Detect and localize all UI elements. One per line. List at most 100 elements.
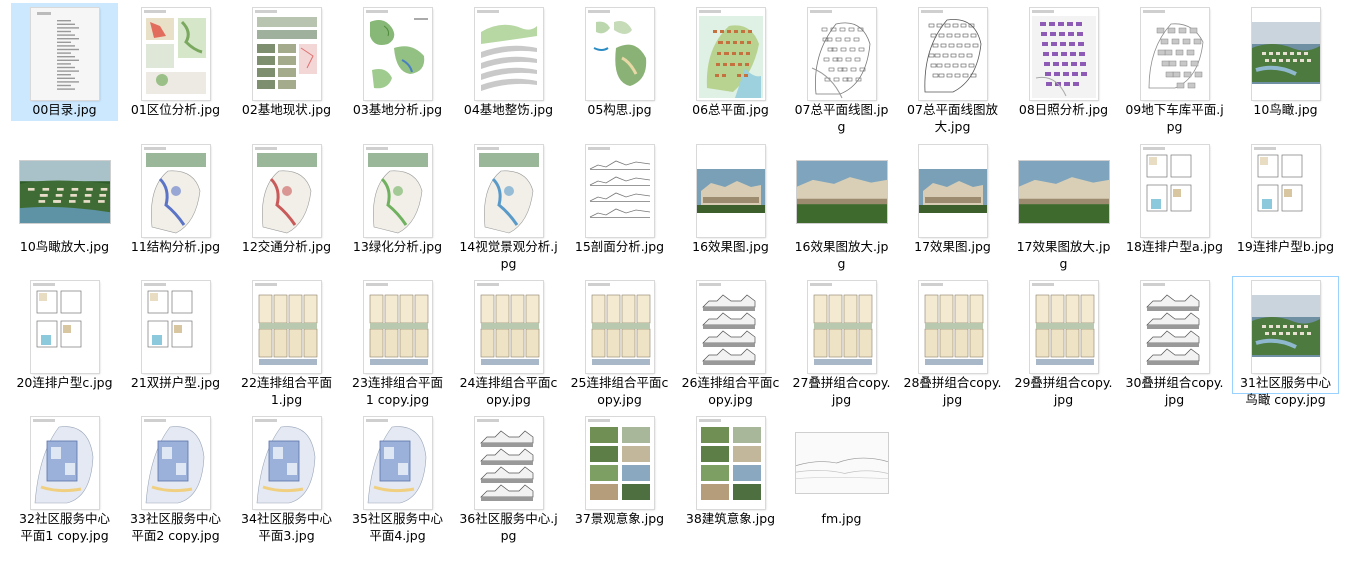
file-name-label: fm.jpg — [821, 511, 862, 526]
file-item[interactable]: 37景观意象.jpg — [566, 412, 673, 530]
file-item[interactable]: 36社区服务中心.jpg — [455, 412, 562, 543]
file-thumbnail-image — [696, 281, 765, 373]
file-name-label: 16效果图.jpg — [692, 239, 769, 254]
file-name-label: 16效果图放大.jpg — [794, 239, 889, 271]
file-thumbnail-image — [1140, 8, 1209, 100]
file-name-label: 06总平面.jpg — [692, 102, 769, 117]
file-item[interactable]: 17效果图.jpg — [899, 140, 1006, 258]
file-item[interactable]: 21双拼户型.jpg — [122, 276, 229, 394]
file-thumbnail-image — [363, 417, 432, 509]
file-item[interactable]: 13绿化分析.jpg — [344, 140, 451, 258]
file-item[interactable]: 19连排户型b.jpg — [1232, 140, 1339, 258]
file-name-label: 20连排户型c.jpg — [16, 375, 113, 390]
file-name-label: 04基地整饬.jpg — [463, 102, 554, 117]
file-item[interactable]: 26连排组合平面copy.jpg — [677, 276, 784, 407]
file-item[interactable]: 16效果图放大.jpg — [788, 140, 895, 271]
file-item[interactable]: 22连排组合平面1.jpg — [233, 276, 340, 407]
file-item[interactable]: 11结构分析.jpg — [122, 140, 229, 258]
file-item[interactable]: 08日照分析.jpg — [1010, 3, 1117, 121]
file-item[interactable]: 02基地现状.jpg — [233, 3, 340, 121]
file-item[interactable]: 10鸟瞰.jpg — [1232, 3, 1339, 121]
file-thumbnail-image — [30, 8, 99, 100]
file-thumbnail-image — [1140, 145, 1209, 237]
file-name-label: 36社区服务中心.jpg — [459, 511, 558, 543]
file-thumbnail-image — [696, 145, 765, 237]
file-name-label: 08日照分析.jpg — [1018, 102, 1109, 117]
file-thumbnail-image — [19, 161, 110, 223]
file-item[interactable]: 03基地分析.jpg — [344, 3, 451, 121]
file-name-label: 24连排组合平面copy.jpg — [459, 375, 558, 407]
file-thumbnail-image — [252, 8, 321, 100]
file-item[interactable]: 32社区服务中心平面1 copy.jpg — [11, 412, 118, 543]
file-name-label: 22连排组合平面1.jpg — [241, 375, 332, 407]
file-item[interactable]: 24连排组合平面copy.jpg — [455, 276, 562, 407]
file-thumbnail-image — [1029, 281, 1098, 373]
file-thumbnail-image — [474, 8, 543, 100]
file-item[interactable]: 07总平面线图.jpg — [788, 3, 895, 134]
file-item[interactable]: 10鸟瞰放大.jpg — [11, 140, 118, 258]
file-thumbnail-image — [30, 417, 99, 509]
file-thumbnail-image — [363, 145, 432, 237]
file-item[interactable]: 12交通分析.jpg — [233, 140, 340, 258]
file-name-label: 13绿化分析.jpg — [352, 239, 443, 254]
file-thumbnail-image — [696, 8, 765, 100]
file-thumbnail-image — [363, 8, 432, 100]
file-item[interactable]: 17效果图放大.jpg — [1010, 140, 1117, 271]
file-thumbnail-image — [252, 145, 321, 237]
file-item[interactable]: 07总平面线图放大.jpg — [899, 3, 1006, 134]
file-name-label: 18连排户型a.jpg — [1126, 239, 1223, 254]
file-item[interactable]: 25连排组合平面copy.jpg — [566, 276, 673, 407]
file-name-label: 09地下车库平面.jpg — [1125, 102, 1224, 134]
file-item[interactable]: 09地下车库平面.jpg — [1121, 3, 1228, 134]
file-thumbnail-image — [1140, 281, 1209, 373]
file-thumbnail-image — [585, 417, 654, 509]
file-name-label: 29叠拼组合copy.jpg — [1014, 375, 1113, 407]
file-item[interactable]: 27叠拼组合copy.jpg — [788, 276, 895, 407]
file-item[interactable]: 23连排组合平面 1 copy.jpg — [344, 276, 451, 407]
file-item[interactable]: 31社区服务中心鸟瞰 copy.jpg — [1232, 276, 1339, 407]
file-item[interactable]: fm.jpg — [788, 412, 895, 530]
file-name-label: 37景观意象.jpg — [574, 511, 665, 526]
file-thumbnail-image — [585, 145, 654, 237]
file-name-label: 26连排组合平面copy.jpg — [681, 375, 780, 407]
file-thumbnail-image — [795, 433, 888, 493]
file-item[interactable]: 15剖面分析.jpg — [566, 140, 673, 258]
file-item[interactable]: 00目录.jpg — [11, 3, 118, 121]
file-item[interactable]: 05构思.jpg — [566, 3, 673, 121]
file-thumbnail-image — [474, 145, 543, 237]
file-item[interactable]: 34社区服务中心平面3.jpg — [233, 412, 340, 543]
file-name-label: 10鸟瞰放大.jpg — [19, 239, 110, 254]
file-item[interactable]: 14视觉景观分析.jpg — [455, 140, 562, 271]
file-thumbnail-image — [1029, 8, 1098, 100]
file-item[interactable]: 33社区服务中心平面2 copy.jpg — [122, 412, 229, 543]
file-thumbnail-image — [807, 8, 876, 100]
file-name-label: 15剖面分析.jpg — [574, 239, 665, 254]
file-item[interactable]: 29叠拼组合copy.jpg — [1010, 276, 1117, 407]
file-thumbnail-image — [474, 281, 543, 373]
file-thumbnail-image — [807, 281, 876, 373]
file-item[interactable]: 01区位分析.jpg — [122, 3, 229, 121]
file-item[interactable]: 28叠拼组合copy.jpg — [899, 276, 1006, 407]
file-item[interactable]: 06总平面.jpg — [677, 3, 784, 121]
file-name-label: 30叠拼组合copy.jpg — [1125, 375, 1224, 407]
file-name-label: 25连排组合平面copy.jpg — [570, 375, 669, 407]
file-thumbnail-image — [252, 281, 321, 373]
file-item[interactable]: 35社区服务中心平面4.jpg — [344, 412, 451, 543]
file-item[interactable]: 20连排户型c.jpg — [11, 276, 118, 394]
file-name-label: 07总平面线图放大.jpg — [907, 102, 998, 134]
file-item[interactable]: 18连排户型a.jpg — [1121, 140, 1228, 258]
file-thumbnail-image — [585, 8, 654, 100]
file-item[interactable]: 38建筑意象.jpg — [677, 412, 784, 530]
file-name-label: 31社区服务中心鸟瞰 copy.jpg — [1240, 375, 1331, 407]
file-thumbnail-image — [796, 161, 887, 223]
file-name-label: 28叠拼组合copy.jpg — [903, 375, 1002, 407]
file-item[interactable]: 04基地整饬.jpg — [455, 3, 562, 121]
file-name-label: 00目录.jpg — [32, 102, 97, 117]
file-item[interactable]: 16效果图.jpg — [677, 140, 784, 258]
file-thumbnail-image — [1018, 161, 1109, 223]
file-thumbnail-image — [696, 417, 765, 509]
file-name-label: 11结构分析.jpg — [130, 239, 221, 254]
file-thumbnail-image — [918, 281, 987, 373]
file-name-label: 33社区服务中心平面2 copy.jpg — [130, 511, 221, 543]
file-item[interactable]: 30叠拼组合copy.jpg — [1121, 276, 1228, 407]
